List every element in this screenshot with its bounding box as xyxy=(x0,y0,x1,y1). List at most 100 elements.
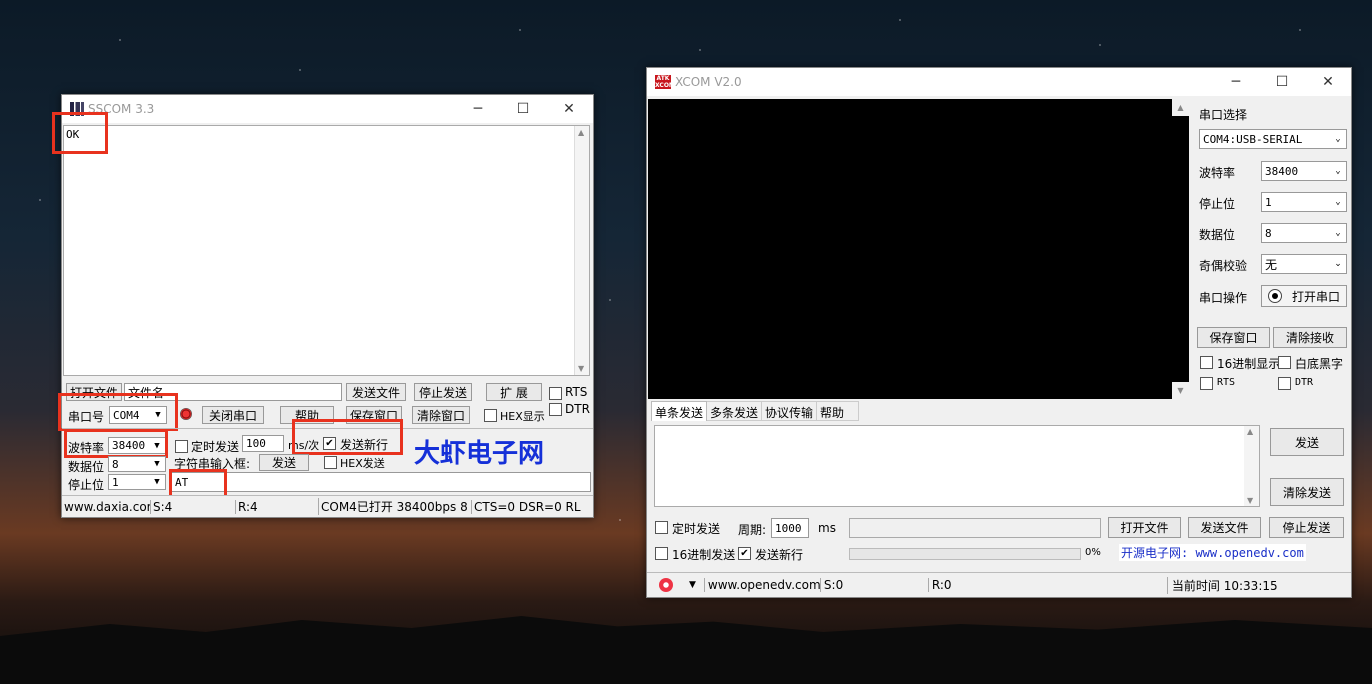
chevron-down-icon[interactable]: ▼ xyxy=(149,475,165,489)
sscom-send-button[interactable]: 发送 xyxy=(259,454,309,471)
maximize-button[interactable]: ☐ xyxy=(1259,68,1305,96)
sscom-stop-send-button[interactable]: 停止发送 xyxy=(414,383,472,401)
xcom-clear-receive-button[interactable]: 清除接收 xyxy=(1273,327,1347,348)
close-button[interactable]: ✕ xyxy=(1305,68,1351,96)
xcom-timed-send-checkbox[interactable] xyxy=(655,521,668,534)
sscom-status-s: S:4 xyxy=(150,499,235,514)
xcom-baud-label: 波特率 xyxy=(1199,166,1236,180)
xcom-receive-scrollbar[interactable]: ▲ ▼ xyxy=(1172,99,1189,399)
sscom-status-site[interactable]: www.daxia.cor xyxy=(62,500,150,514)
xcom-open-file-button[interactable]: 打开文件 xyxy=(1108,517,1181,538)
sscom-close-port-button[interactable]: 关闭串口 xyxy=(202,406,264,424)
chevron-down-icon[interactable]: ⌄ xyxy=(1330,162,1346,180)
xcom-hex-send-label: 16进制发送 xyxy=(672,548,736,562)
highlight-send-newline xyxy=(292,419,403,455)
scroll-down-icon[interactable]: ▼ xyxy=(1247,496,1253,505)
xcom-dtr-label: DTR xyxy=(1295,377,1314,388)
tab-protocol[interactable]: 协议传输 xyxy=(762,401,818,421)
sscom-receive-area[interactable]: OK ▲ ▼ xyxy=(63,125,590,376)
scroll-up-icon[interactable]: ▲ xyxy=(578,128,584,137)
tab-help[interactable]: 帮助 xyxy=(817,401,860,421)
xcom-status-site[interactable]: www.openedv.com xyxy=(703,578,821,592)
xcom-databits-label: 数据位 xyxy=(1199,228,1236,242)
xcom-white-bg-checkbox[interactable] xyxy=(1278,356,1291,369)
xcom-period-input[interactable]: 1000 xyxy=(771,518,809,538)
sscom-rts-label: RTS xyxy=(565,385,588,399)
sscom-period-input[interactable]: 100 xyxy=(242,435,284,452)
sscom-dtr-checkbox[interactable] xyxy=(549,403,562,416)
xcom-hex-display-checkbox[interactable] xyxy=(1200,356,1213,369)
xcom-send-file-button[interactable]: 发送文件 xyxy=(1188,517,1261,538)
xcom-send-scrollbar[interactable]: ▲ ▼ xyxy=(1244,426,1259,506)
xcom-status-time: 当前时间 10:33:15 xyxy=(1166,576,1278,594)
scroll-down-icon[interactable]: ▼ xyxy=(1172,382,1189,399)
xcom-promo-text[interactable]: 开源电子网: www.openedv.com xyxy=(1119,544,1306,561)
xcom-baud-select[interactable]: 38400 ⌄ xyxy=(1261,161,1347,181)
sscom-stopbits-select[interactable]: 1 ▼ xyxy=(108,474,166,490)
maximize-button[interactable]: ☐ xyxy=(500,95,546,123)
xcom-hex-send-checkbox[interactable] xyxy=(655,547,668,560)
sscom-expand-button[interactable]: 扩 展 xyxy=(486,383,542,401)
scroll-up-icon[interactable]: ▲ xyxy=(1172,99,1189,116)
chevron-down-icon[interactable]: ⌄ xyxy=(1330,193,1346,211)
xcom-clear-send-button[interactable]: 清除发送 xyxy=(1270,478,1344,506)
sscom-hex-send-checkbox[interactable] xyxy=(324,456,337,469)
sscom-stopbits-label: 停止位 xyxy=(68,478,105,492)
sscom-hex-display-checkbox[interactable] xyxy=(484,409,497,422)
sscom-status-lines: CTS=0 DSR=0 RL xyxy=(471,499,581,514)
xcom-titlebar[interactable]: ATK XCOM XCOM V2.0 ─ ☐ ✕ xyxy=(647,68,1351,96)
sscom-send-file-button[interactable]: 发送文件 xyxy=(346,383,406,401)
xcom-send-button[interactable]: 发送 xyxy=(1270,428,1344,456)
close-button[interactable]: ✕ xyxy=(546,95,592,123)
xcom-tab-bar: 单条发送 多条发送 协议传输 帮助 xyxy=(651,401,860,421)
sscom-clear-window-button[interactable]: 清除窗口 xyxy=(412,406,470,424)
xcom-parity-select[interactable]: 无 ⌄ xyxy=(1261,254,1347,274)
xcom-window: ATK XCOM XCOM V2.0 ─ ☐ ✕ ▲ ▼ 串口选择 COM4:US… xyxy=(646,67,1352,598)
xcom-timed-send-label: 定时发送 xyxy=(672,522,721,536)
xcom-databits-select[interactable]: 8 ⌄ xyxy=(1261,223,1347,243)
xcom-send-newline-checkbox[interactable]: ✔ xyxy=(738,547,751,560)
xcom-file-path-field[interactable] xyxy=(849,518,1101,538)
scroll-down-icon[interactable]: ▼ xyxy=(578,364,584,373)
minimize-button[interactable]: ─ xyxy=(1213,68,1259,96)
xcom-save-window-button[interactable]: 保存窗口 xyxy=(1197,327,1270,348)
status-menu-chevron-icon[interactable]: ▼ xyxy=(689,580,696,590)
sscom-timed-send-label: 定时发送 xyxy=(191,440,240,454)
status-settings-icon[interactable] xyxy=(659,578,673,592)
sscom-status-state: COM4已打开 38400bps 8 xyxy=(318,498,471,515)
scroll-up-icon[interactable]: ▲ xyxy=(1247,427,1253,436)
xcom-send-area[interactable]: ▲ ▼ xyxy=(654,425,1260,507)
xcom-port-op-label: 串口操作 xyxy=(1199,291,1248,305)
sscom-titlebar[interactable]: SSCOM 3.3 ─ ☐ ✕ xyxy=(62,95,593,123)
sscom-window: SSCOM 3.3 ─ ☐ ✕ OK ▲ ▼ 打开文件 文件名 发送文件 停止发… xyxy=(52,94,594,518)
sscom-receive-scrollbar[interactable]: ▲ ▼ xyxy=(574,126,589,375)
xcom-dtr-checkbox[interactable] xyxy=(1278,377,1291,390)
sscom-statusbar: www.daxia.cor S:4 R:4 COM4已打开 38400bps 8… xyxy=(62,495,593,517)
xcom-period-unit: ms xyxy=(818,521,836,535)
xcom-stopbits-select[interactable]: 1 ⌄ xyxy=(1261,192,1347,212)
xcom-send-newline-label: 发送新行 xyxy=(755,548,804,562)
sscom-rts-checkbox[interactable] xyxy=(549,387,562,400)
xcom-hex-display-label: 16进制显示 xyxy=(1217,357,1281,371)
sscom-timed-send-checkbox[interactable] xyxy=(175,440,188,453)
tab-multi-send[interactable]: 多条发送 xyxy=(707,401,763,421)
xcom-stop-send-button[interactable]: 停止发送 xyxy=(1269,517,1344,538)
xcom-status-r: R:0 xyxy=(927,578,1036,592)
chevron-down-icon[interactable]: ⌄ xyxy=(1330,224,1346,242)
xcom-port-select-label: 串口选择 xyxy=(1199,108,1248,122)
xcom-rts-checkbox[interactable] xyxy=(1200,377,1213,390)
sscom-databits-select[interactable]: 8 ▼ xyxy=(108,456,166,472)
chevron-down-icon[interactable]: ⌄ xyxy=(1330,255,1346,273)
xcom-parity-label: 奇偶校验 xyxy=(1199,259,1248,273)
xcom-statusbar: ▼ www.openedv.com S:0 R:0 当前时间 10:33:15 xyxy=(647,572,1351,597)
xcom-port-select[interactable]: COM4:USB-SERIAL ⌄ xyxy=(1199,129,1347,149)
minimize-button[interactable]: ─ xyxy=(455,95,501,123)
tab-single-send[interactable]: 单条发送 xyxy=(651,401,708,421)
chevron-down-icon[interactable]: ⌄ xyxy=(1330,130,1346,148)
xcom-receive-area[interactable] xyxy=(648,99,1189,399)
xcom-progress-text: 0% xyxy=(1085,547,1101,558)
xcom-period-label: 周期: xyxy=(738,523,767,537)
xcom-open-port-button[interactable]: 打开串口 xyxy=(1261,285,1347,307)
chevron-down-icon[interactable]: ▼ xyxy=(149,457,165,471)
sscom-send-input[interactable]: AT xyxy=(171,472,591,492)
